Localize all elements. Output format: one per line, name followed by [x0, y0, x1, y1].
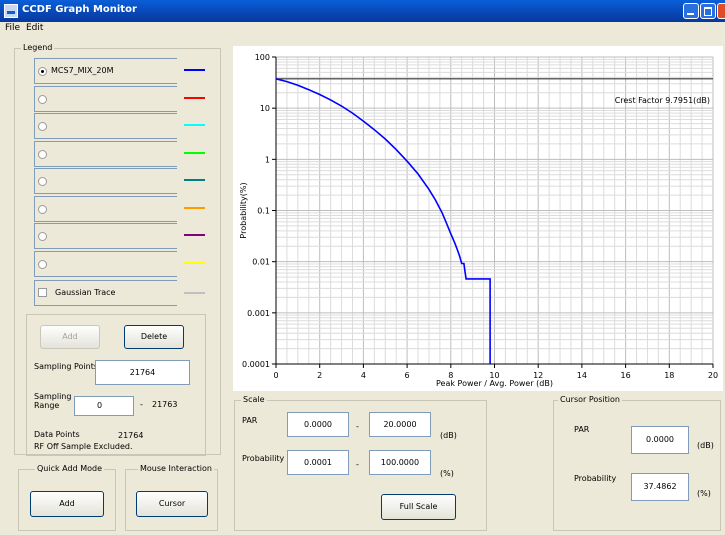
legend-row[interactable] [34, 140, 177, 167]
sampling-range-to: 21763 [152, 400, 178, 409]
cursor-probability-label: Probability [574, 474, 617, 483]
y-tick-label: 0.0001 [242, 360, 270, 369]
x-tick-label: 16 [621, 371, 631, 380]
legend-title: Legend [21, 43, 55, 52]
legend-row[interactable] [34, 168, 177, 194]
trace-color-swatch [184, 234, 205, 236]
close-icon[interactable] [717, 3, 725, 19]
legend-row[interactable] [34, 250, 177, 277]
sampling-range-label: Sampling Range [34, 392, 72, 410]
minimize-icon[interactable] [683, 3, 699, 19]
title-bar: CCDF Graph Monitor [0, 0, 725, 22]
trace-color-swatch [184, 69, 205, 71]
data-points-value: 21764 [118, 431, 144, 440]
x-tick-label: 0 [273, 371, 278, 380]
legend-row[interactable] [34, 223, 177, 249]
window-title: CCDF Graph Monitor [22, 4, 137, 15]
trace-radio[interactable] [38, 204, 47, 214]
cursor-probability-unit: (%) [697, 489, 711, 498]
scale-probability-unit: (%) [440, 469, 454, 478]
y-tick-label: 0.01 [252, 258, 270, 267]
x-tick-label: 14 [577, 371, 587, 380]
scale-par-max-field[interactable]: 20.0000 [369, 412, 431, 437]
y-tick-label: 0.001 [247, 309, 270, 318]
trace-radio[interactable] [38, 232, 47, 241]
quick-add-title: Quick Add Mode [35, 464, 104, 473]
menu-edit[interactable]: Edit [26, 23, 43, 33]
cursor-par-label: PAR [574, 425, 590, 434]
gaussian-trace-row[interactable]: Gaussian Trace [34, 280, 177, 306]
legend-row[interactable] [34, 85, 177, 112]
cursor-mode-button[interactable]: Cursor [136, 491, 208, 517]
app-icon[interactable] [4, 4, 18, 18]
y-tick-label: 0.1 [257, 207, 270, 216]
trace-radio[interactable] [38, 94, 47, 104]
sampling-range-from-field[interactable]: 0 [74, 396, 134, 416]
full-scale-button[interactable]: Full Scale [381, 494, 456, 520]
add-button[interactable]: Add [40, 325, 100, 349]
legend-row[interactable] [34, 195, 177, 222]
cursor-position-title: Cursor Position [558, 395, 622, 404]
menu-bar: File Edit [0, 22, 725, 36]
x-axis-label: Peak Power / Avg. Power (dB) [436, 379, 553, 388]
menu-file[interactable]: File [5, 23, 20, 33]
gaussian-trace-label: Gaussian Trace [55, 288, 116, 297]
trace-color-swatch [184, 261, 205, 264]
scale-probability-min-field[interactable]: 0.0001 [287, 450, 349, 475]
trace-color-swatch [184, 96, 205, 99]
data-points-label: Data Points [34, 430, 80, 439]
trace-color-swatch [184, 151, 205, 154]
rf-off-note: RF Off Sample Excluded. [34, 442, 133, 451]
gaussian-trace-swatch [184, 292, 205, 294]
y-tick-label: 1 [265, 155, 270, 164]
mouse-interaction-title: Mouse Interaction [138, 464, 214, 473]
scale-par-dash: - [356, 422, 359, 431]
cursor-probability-field[interactable]: 37.4862 [631, 473, 689, 501]
cursor-par-field[interactable]: 0.0000 [631, 426, 689, 454]
trace-radio[interactable] [38, 149, 47, 159]
x-tick-label: 20 [708, 371, 718, 380]
sampling-points-label: Sampling Points [34, 362, 99, 371]
cursor-position-group: Cursor Position [553, 395, 721, 531]
trace-color-swatch [184, 179, 205, 181]
gaussian-trace-checkbox[interactable] [38, 288, 47, 297]
sampling-points-field[interactable]: 21764 [95, 360, 190, 385]
x-tick-label: 4 [361, 371, 366, 380]
legend-row[interactable]: MCS7_MIX_20M [34, 58, 177, 84]
y-tick-label: 100 [255, 53, 270, 62]
scale-par-unit: (dB) [440, 431, 457, 440]
trace-radio[interactable] [38, 67, 47, 76]
x-tick-label: 18 [664, 371, 674, 380]
cursor-par-unit: (dB) [697, 441, 714, 450]
y-tick-label: 10 [260, 104, 270, 113]
crest-factor-annotation: Crest Factor 9.7951(dB) [615, 96, 710, 105]
scale-title: Scale [241, 395, 267, 404]
scale-probability-label: Probability [242, 454, 285, 463]
scale-par-label: PAR [242, 416, 258, 425]
scale-probability-max-field[interactable]: 100.0000 [369, 450, 431, 475]
scale-par-min-field[interactable]: 0.0000 [287, 412, 349, 437]
trace-radio[interactable] [38, 122, 47, 131]
maximize-icon[interactable] [700, 3, 716, 19]
trace-color-swatch [184, 206, 205, 209]
legend-row[interactable] [34, 113, 177, 139]
x-tick-label: 2 [317, 371, 322, 380]
scale-probability-dash: - [356, 460, 359, 469]
y-axis-label: Probability(%) [239, 182, 248, 238]
x-tick-label: 6 [405, 371, 410, 380]
trace-radio[interactable] [38, 177, 47, 186]
trace-label: MCS7_MIX_20M [51, 66, 114, 75]
quick-add-button[interactable]: Add [30, 491, 104, 517]
trace-radio[interactable] [38, 259, 47, 269]
trace-color-swatch [184, 124, 205, 126]
sampling-range-dash: - [140, 400, 143, 409]
ccdf-chart[interactable]: 0 2 4 6 8 10 12 14 16 18 201001010.10.010.0010.000… [233, 46, 723, 391]
delete-button[interactable]: Delete [124, 325, 184, 349]
